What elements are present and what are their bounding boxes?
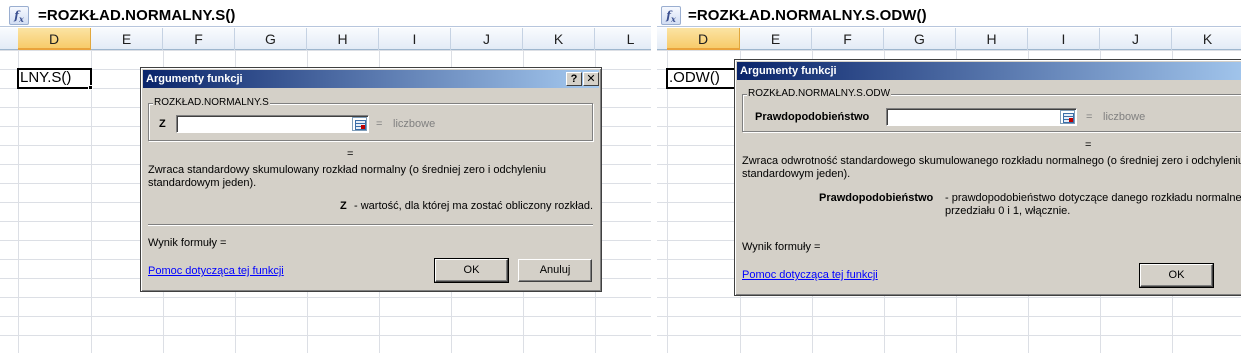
column-header-j[interactable]: J [451, 28, 523, 50]
divider [148, 224, 593, 226]
function-description: Zwraca odwrotność standardowego skumulow… [742, 155, 1241, 180]
formula-result-label: Wynik formuły = [742, 241, 821, 253]
arguments-group: ROZKŁAD.NORMALNY.S Z = liczbowe [148, 97, 593, 141]
arguments-group: ROZKŁAD.NORMALNY.S.ODW Prawdopodobieństw… [742, 88, 1241, 132]
collapse-dialog-icon[interactable] [352, 117, 367, 131]
column-header-f[interactable]: F [163, 28, 235, 50]
arg-equals: = [1086, 111, 1093, 123]
column-header-e[interactable]: E [91, 28, 163, 50]
help-link[interactable]: Pomoc dotycząca tej funkcji [742, 269, 878, 282]
param-name: Prawdopodobieństwo [819, 192, 934, 204]
param-name: Z [340, 200, 347, 212]
column-header-d[interactable]: D [667, 28, 740, 50]
column-header-k[interactable]: K [523, 28, 595, 50]
column-header-g[interactable]: G [235, 28, 307, 50]
group-label: ROZKŁAD.NORMALNY.S [153, 97, 270, 108]
column-headers: D E F G H I J K [657, 28, 1241, 50]
z-input[interactable] [176, 115, 369, 133]
cancel-button[interactable]: Anuluj [518, 259, 592, 282]
formula-bar: fx =ROZKŁAD.NORMALNY.S.ODW() [657, 3, 1241, 27]
column-header-e[interactable]: E [740, 28, 812, 50]
param-description: - prawdopodobieństwo dotyczące danego ro… [945, 192, 1241, 217]
arg-label-z: Z [159, 118, 166, 130]
fill-handle[interactable] [88, 85, 93, 90]
formula-text[interactable]: =ROZKŁAD.NORMALNY.S.ODW() [688, 7, 927, 24]
help-link[interactable]: Pomoc dotycząca tej funkcji [148, 265, 284, 278]
column-header-i[interactable]: I [379, 28, 451, 50]
arg-type-value: liczbowe [393, 118, 436, 130]
probability-input[interactable] [886, 108, 1077, 126]
help-icon[interactable]: ? [566, 72, 582, 86]
column-header-h[interactable]: H [307, 28, 379, 50]
close-icon[interactable]: ✕ [583, 72, 599, 86]
active-cell[interactable]: .ODW() [666, 68, 741, 89]
column-header-f[interactable]: F [812, 28, 884, 50]
column-header-g[interactable]: G [884, 28, 956, 50]
formula-text[interactable]: =ROZKŁAD.NORMALNY.S() [38, 7, 236, 24]
group-label: ROZKŁAD.NORMALNY.S.ODW [747, 88, 892, 99]
column-header-k[interactable]: K [1172, 28, 1241, 50]
column-header-j[interactable]: J [1100, 28, 1172, 50]
collapse-dialog-icon[interactable] [1060, 110, 1075, 124]
fx-icon[interactable]: fx [9, 6, 29, 25]
column-headers: D E F G H I J K L [0, 28, 651, 50]
fx-icon[interactable]: fx [661, 6, 681, 25]
ok-button[interactable]: OK [434, 258, 509, 283]
right-excel-panel: fx =ROZKŁAD.NORMALNY.S.ODW() D E F G H I… [657, 0, 1241, 353]
dialog-title[interactable]: Argumenty funkcji [143, 70, 599, 88]
param-description: - wartość, dla której ma zostać obliczon… [354, 200, 594, 212]
dialog-title[interactable]: Argumenty funkcji [737, 62, 1241, 80]
arg-label-probability: Prawdopodobieństwo [755, 111, 870, 123]
ok-button[interactable]: OK [1139, 263, 1214, 288]
active-cell[interactable]: LNY.S() [17, 68, 92, 89]
column-header-d[interactable]: D [18, 28, 91, 50]
result-equals: = [347, 148, 354, 160]
result-equals: = [1085, 139, 1092, 151]
formula-result-label: Wynik formuły = [148, 237, 227, 249]
column-header-h[interactable]: H [956, 28, 1028, 50]
function-arguments-dialog: Argumenty funkcji ROZKŁAD.NORMALNY.S.ODW… [734, 59, 1241, 296]
column-header-i[interactable]: I [1028, 28, 1100, 50]
arg-type-value: liczbowe [1103, 111, 1146, 123]
arg-equals: = [376, 118, 383, 130]
column-header-l[interactable]: L [595, 28, 651, 50]
function-arguments-dialog: Argumenty funkcji ? ✕ ROZKŁAD.NORMALNY.S… [140, 67, 602, 292]
left-excel-panel: fx =ROZKŁAD.NORMALNY.S() D E F G H I J K… [0, 0, 651, 353]
formula-bar: fx =ROZKŁAD.NORMALNY.S() [0, 3, 651, 27]
function-description: Zwraca standardowy skumulowany rozkład n… [148, 164, 547, 189]
